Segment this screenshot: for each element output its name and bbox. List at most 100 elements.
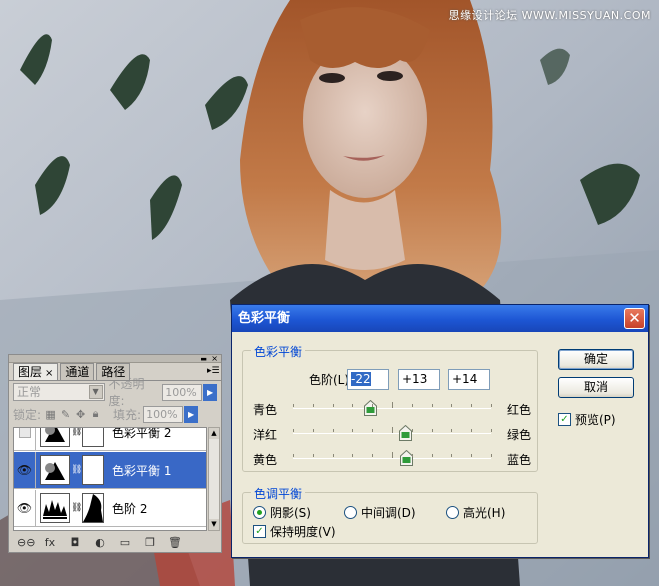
trash-icon[interactable]: 🗑 [167,536,183,549]
slider-tick [451,454,453,457]
slider-left-label: 洋红 [253,428,278,442]
preserve-luminosity-label: 保持明度(V) [270,525,336,539]
lock-label: 锁定: [13,407,42,422]
cancel-button[interactable]: 取消 [558,377,634,398]
slider-thumb[interactable] [364,399,378,416]
chevron-down-icon[interactable]: ▼ [88,385,103,399]
slider-track[interactable] [293,408,491,409]
adjustment-icon[interactable]: ◐ [92,536,108,549]
tab-paths-label: 路径 [101,365,126,379]
dialog-titlebar[interactable]: 色彩平衡 ✕ [232,305,648,332]
fill-label: 填充: [113,407,142,422]
adjustment-thumb-icon [40,455,70,485]
tab-layers-label: 图层 [18,365,43,379]
ok-button[interactable]: 确定 [558,349,634,370]
slider-tick [372,404,374,407]
radio-label: 高光(H) [463,506,506,520]
mask-icon[interactable]: ◘ [67,536,83,549]
radio-label: 阴影(S) [270,506,311,520]
blend-row: 正常 ▼ 不透明度: 100% ▶ [9,377,221,408]
lock-all-icon[interactable]: 🔒︎ [90,407,101,421]
layer-name: 色阶 2 [112,501,148,516]
level-cyan-red-input[interactable]: -22 [347,369,389,390]
layer-mask-thumb[interactable] [82,493,104,523]
tone-balance-group: 色调平衡 阴影(S) 中间调(D) 高光(H) ✓ 保持明度(V) [242,485,538,544]
slider-tick [352,429,354,432]
layer-scrollbar[interactable]: ▲ ▼ [208,427,220,531]
link-icon[interactable]: ⊖⊖ [17,536,35,549]
slider-tick [332,454,334,457]
tab-paths[interactable]: 路径 [96,363,131,380]
slider-thumb[interactable] [399,449,413,466]
slider-tick [293,404,294,407]
tab-close-icon[interactable]: × [45,368,53,379]
slider-tick [372,454,374,457]
layer-row-levels-2[interactable]: 👁︎ ⛓ 色阶 2 [14,490,206,527]
level-magenta-green-input[interactable]: +13 [398,369,440,390]
slider-tick [332,404,334,407]
watermark-text: 思缘设计论坛 WWW.MISSYUAN.COM [448,9,651,22]
tab-layers[interactable]: 图层 × [13,363,59,380]
preserve-luminosity-checkbox[interactable]: ✓ 保持明度(V) [253,523,336,540]
panel-menu-icon[interactable]: ▸☰ [207,365,220,377]
close-icon[interactable]: × [211,354,218,363]
dialog-title: 色彩平衡 [238,311,291,326]
preview-checkbox[interactable]: ✓ 预览(P) [558,411,616,428]
scroll-up-icon[interactable]: ▲ [209,428,219,439]
slider-tick [411,429,413,432]
radio-midtones[interactable]: 中间调(D) [344,504,416,521]
visibility-toggle[interactable]: 👁︎ [14,490,36,526]
layer-mask-thumb[interactable] [82,428,104,447]
slider-track[interactable] [293,433,491,434]
slider-thumb[interactable] [398,424,412,441]
slider-magenta-green: 洋红 绿色 [253,424,531,444]
close-button[interactable]: ✕ [624,308,645,329]
adjustment-thumb-icon [40,428,70,447]
radio-dot[interactable] [344,506,357,519]
slider-tick [491,429,492,432]
radio-dot[interactable] [253,506,266,519]
slider-yellow-blue: 黄色 蓝色 [253,449,531,469]
fill-input[interactable]: 100% [143,405,184,423]
new-layer-icon[interactable]: ❐ [142,536,158,549]
minimize-icon[interactable]: ▬ [200,356,207,363]
chain-icon[interactable]: ⛓ [71,503,82,513]
checkmark-icon[interactable]: ✓ [558,413,571,426]
eye-icon[interactable]: 👁︎ [17,501,32,515]
layers-panel: ▬ × 图层 × 通道 路径 ▸☰ 正常 ▼ 不透明度: 100% ▶ 锁定: ▦… [8,354,222,553]
layer-list: ⛓ 色彩平衡 2 👁︎ ⛓ 色彩平衡 1 👁︎ ⛓ 色阶 2 [13,427,207,531]
radio-highlights[interactable]: 高光(H) [446,504,505,521]
lock-move-icon[interactable]: ✥ [75,408,86,421]
visibility-toggle[interactable] [14,428,36,450]
chain-icon[interactable]: ⛓ [71,465,82,475]
fill-arrow-icon[interactable]: ▶ [184,405,199,423]
slider-track[interactable] [293,458,491,459]
chain-icon[interactable]: ⛓ [71,428,82,437]
color-balance-group: 色彩平衡 色阶(L): -22 +13 +14 青色 红色 洋红 绿色 黄色 蓝… [242,343,538,472]
layer-mask-thumb[interactable] [82,455,104,485]
slider-tick [491,454,492,457]
layer-row-color-balance-1[interactable]: 👁︎ ⛓ 色彩平衡 1 [14,452,206,489]
level-yellow-blue-input[interactable]: +14 [448,369,490,390]
checkmark-icon[interactable]: ✓ [253,525,266,538]
folder-icon[interactable]: ▭ [117,536,133,549]
slider-tick [411,454,413,457]
layer-name: 色彩平衡 2 [112,427,172,440]
slider-tick [312,404,314,407]
eye-icon[interactable]: 👁︎ [17,463,32,477]
opacity-arrow-icon[interactable]: ▶ [203,383,217,401]
visibility-toggle[interactable]: 👁︎ [14,452,36,488]
eye-hidden-icon[interactable] [18,428,31,438]
fx-icon[interactable]: fx [42,536,58,549]
layer-row-color-balance-2[interactable]: ⛓ 色彩平衡 2 [14,427,206,451]
radio-dot[interactable] [446,506,459,519]
lock-brush-icon[interactable]: ✎ [60,408,71,421]
panel-grip[interactable]: ▬ × [9,354,221,363]
blend-mode-select[interactable]: 正常 ▼ [13,383,105,401]
lock-transparent-icon[interactable]: ▦ [45,408,56,421]
opacity-input[interactable]: 100% [162,383,203,401]
tab-channels[interactable]: 通道 [60,363,95,380]
radio-shadows[interactable]: 阴影(S) [253,504,311,521]
scroll-down-icon[interactable]: ▼ [209,519,219,530]
lock-row: 锁定: ▦ ✎ ✥ 🔒︎ 填充: 100% ▶ [9,403,221,425]
